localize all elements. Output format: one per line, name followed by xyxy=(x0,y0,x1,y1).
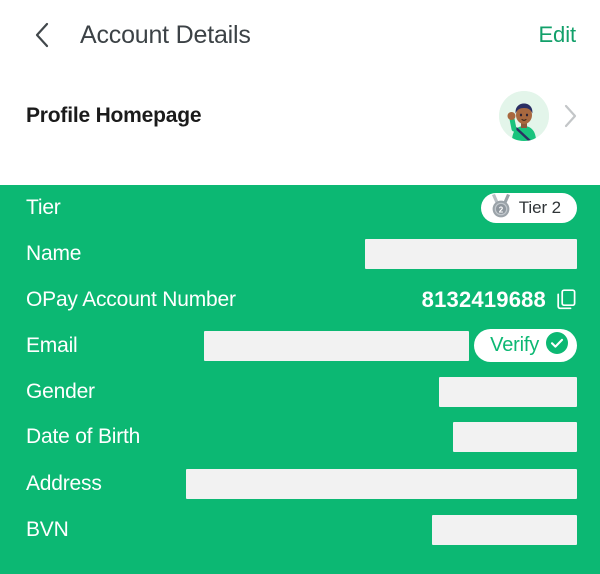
copy-icon[interactable] xyxy=(557,289,577,311)
row-label-name: Name xyxy=(26,242,82,265)
check-circle-icon xyxy=(546,332,568,359)
row-tier: Tier 2 Tier 2 xyxy=(0,185,600,231)
chevron-left-icon xyxy=(34,22,50,48)
svg-text:2: 2 xyxy=(499,205,504,214)
account-number-value: 8132419688 xyxy=(421,286,546,312)
row-value-opay-account-number: 8132419688 xyxy=(422,287,577,313)
row-name: Name xyxy=(0,231,600,277)
row-value-tier: 2 Tier 2 xyxy=(480,193,577,224)
verify-button-label: Verify xyxy=(490,334,539,356)
medal-icon: 2 xyxy=(489,193,513,224)
email-value-field[interactable] xyxy=(204,330,470,361)
navbar: Account Details Edit xyxy=(0,0,600,70)
profile-homepage-label: Profile Homepage xyxy=(26,104,202,127)
profile-homepage-row[interactable]: Profile Homepage xyxy=(0,70,600,162)
tier-badge[interactable]: 2 Tier 2 xyxy=(480,193,577,224)
account-details-screen: Account Details Edit Profile Homepage Ti… xyxy=(0,0,600,574)
chevron-right-icon[interactable] xyxy=(563,104,578,128)
row-value-name xyxy=(365,239,577,269)
account-details-panel: Tier 2 Tier 2 Name OPay Account Number 8… xyxy=(0,185,600,574)
row-gender: Gender xyxy=(0,369,600,414)
row-label-email: Email xyxy=(26,333,78,357)
address-value-field[interactable] xyxy=(186,468,577,499)
page-title: Account Details xyxy=(80,20,251,49)
row-label-opay-account-number: OPay Account Number xyxy=(26,287,236,311)
profile-row-right xyxy=(499,91,578,141)
row-label-tier: Tier xyxy=(26,196,61,219)
gender-value-field[interactable] xyxy=(439,376,577,407)
back-button[interactable] xyxy=(34,19,60,51)
row-label-gender: Gender xyxy=(26,379,95,403)
edit-button[interactable]: Edit xyxy=(536,18,578,52)
bvn-value-field[interactable] xyxy=(432,515,577,545)
row-label-address: Address xyxy=(26,471,102,495)
row-value-date-of-birth xyxy=(453,422,577,452)
row-label-date-of-birth: Date of Birth xyxy=(26,425,141,448)
row-address: Address xyxy=(0,460,600,507)
tier-badge-label: Tier 2 xyxy=(518,198,561,217)
row-value-email: Verify xyxy=(204,329,577,362)
row-opay-account-number: OPay Account Number 8132419688 xyxy=(0,277,600,322)
name-value-field[interactable] xyxy=(365,239,577,269)
verify-button[interactable]: Verify xyxy=(474,329,577,362)
row-value-gender xyxy=(439,376,577,407)
avatar[interactable] xyxy=(499,91,549,141)
row-value-address xyxy=(186,468,577,499)
row-bvn: BVN xyxy=(0,507,600,553)
row-label-bvn: BVN xyxy=(26,518,69,541)
user-avatar-illustration-icon xyxy=(499,91,549,141)
row-date-of-birth: Date of Birth xyxy=(0,414,600,460)
date-of-birth-value-field[interactable] xyxy=(453,422,577,452)
row-value-bvn xyxy=(432,515,577,545)
row-email: Email Verify xyxy=(0,322,600,369)
